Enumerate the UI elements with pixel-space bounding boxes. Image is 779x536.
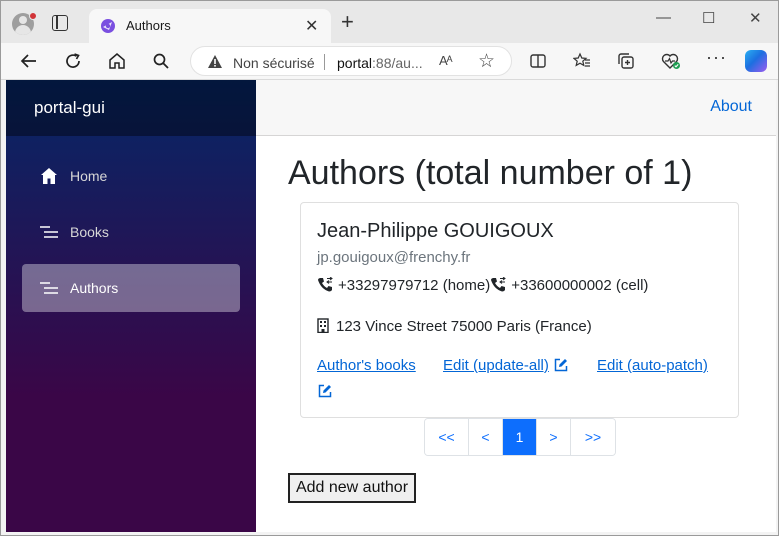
phone-cell: +33600000002 (cell) [511,277,649,294]
phone-icon [318,277,333,292]
refresh-icon[interactable] [64,52,82,70]
url-text[interactable]: portal:88/au... [337,55,423,71]
author-name: Jean-Philippe GOUIGOUX [317,220,554,242]
sidebar: portal-gui Home Books Authors [6,80,256,532]
close-window-icon[interactable]: ✕ [749,9,762,27]
favicon-icon [101,19,115,33]
phone-icon [491,277,507,292]
brand-bar: portal-gui [6,80,256,136]
browser-window: Authors ✕ + — ☐ ✕ Non sécurisé portal:88… [0,0,779,536]
not-secure-label: Non sécurisé [233,55,315,71]
top-row: About [256,80,776,136]
author-books-link[interactable]: Author's books [317,357,416,374]
sidebar-item-home[interactable]: Home [22,152,240,200]
collections-icon[interactable] [617,52,635,70]
maximize-icon[interactable]: ☐ [702,9,715,27]
tab-actions-icon[interactable] [52,15,68,31]
page-first-button[interactable]: << [425,419,469,455]
sidebar-item-label: Books [70,224,109,240]
more-menu-icon[interactable]: ··· [706,48,727,66]
new-tab-button[interactable]: + [341,11,354,33]
sidebar-item-authors[interactable]: Authors [22,264,240,312]
sidebar-item-label: Home [70,168,108,184]
phone-home: +33297979712 (home) [338,277,491,294]
omnibox-divider [324,54,325,70]
search-icon[interactable] [152,52,170,70]
tab-strip: Authors ✕ + — ☐ ✕ [1,1,778,43]
favorites-icon[interactable] [573,52,591,70]
edit-update-all-link[interactable]: Edit (update-all) [443,357,568,374]
list-icon [40,226,58,238]
author-card: Jean-Philippe GOUIGOUX jp.gouigoux@frenc… [300,202,739,418]
back-icon[interactable] [20,52,38,70]
page-next-button[interactable]: > [537,419,571,455]
notification-dot [29,12,37,20]
edit-auto-patch-link[interactable]: Edit (auto-patch) [597,357,708,374]
sidebar-item-books[interactable]: Books [22,208,240,256]
page-1-button[interactable]: 1 [503,419,537,455]
browser-essentials-icon[interactable] [661,52,681,70]
copilot-icon[interactable] [745,50,767,72]
read-aloud-icon[interactable]: Aᴬ [439,53,453,68]
minimize-icon[interactable]: — [656,9,671,26]
address-text: 123 Vince Street 75000 Paris (France) [336,318,592,335]
warning-icon[interactable] [207,54,223,69]
page-title: Authors (total number of 1) [288,154,693,192]
home-browser-icon[interactable] [108,52,126,70]
tab-close-icon[interactable]: ✕ [305,16,318,36]
web-page: portal-gui Home Books Authors About Auth… [6,80,776,532]
browser-toolbar: Non sécurisé portal:88/au... Aᴬ ☆ ··· [1,43,778,80]
sidebar-item-label: Authors [70,280,119,296]
edit-icon[interactable] [318,384,332,398]
building-icon [317,318,329,333]
tab-title: Authors [126,18,171,33]
split-screen-icon[interactable] [529,52,547,70]
add-author-button[interactable]: Add new author [288,473,416,503]
pagination: << < 1 > >> [424,418,616,456]
author-address: 123 Vince Street 75000 Paris (France) [317,318,592,335]
author-email: jp.gouigoux@frenchy.fr [317,249,471,266]
favorite-star-icon[interactable]: ☆ [478,50,495,73]
page-last-button[interactable]: >> [571,419,615,455]
tab-authors[interactable]: Authors ✕ [89,9,331,43]
list-icon [40,282,58,294]
author-phones: +33297979712 (home) +33600000002 (cell) [317,277,648,294]
home-icon [41,168,57,184]
brand-title[interactable]: portal-gui [34,98,105,118]
edit-icon [554,358,568,372]
address-bar[interactable]: Non sécurisé portal:88/au... Aᴬ ☆ [190,46,512,76]
about-link[interactable]: About [710,98,752,116]
page-prev-button[interactable]: < [469,419,503,455]
